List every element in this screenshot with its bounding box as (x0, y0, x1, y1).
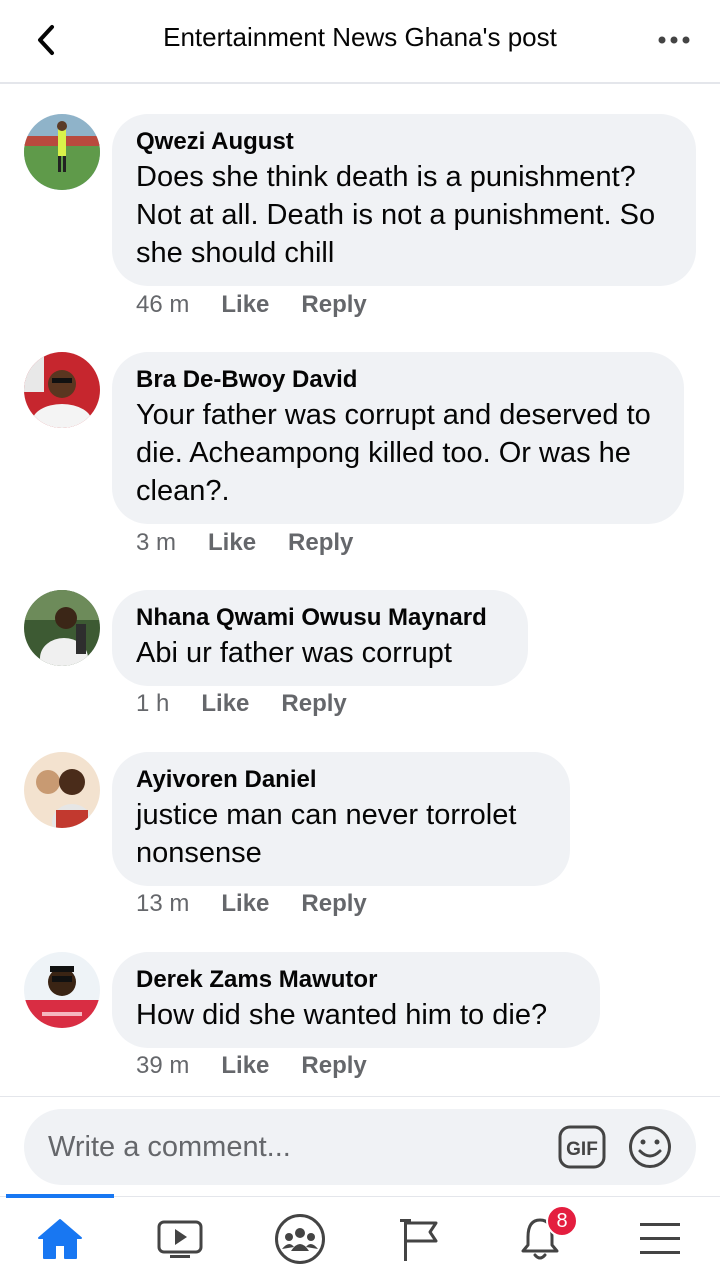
svg-text:GIF: GIF (566, 1139, 598, 1160)
comment-timestamp: 13 m (136, 890, 190, 917)
pages-flag-icon (400, 1219, 438, 1261)
tab-home[interactable] (0, 1194, 120, 1280)
tab-watch[interactable] (120, 1197, 240, 1280)
comment-text: justice man can never torrolet nonsense (136, 799, 517, 869)
comment-actions: 13 m Like Reply (136, 890, 399, 918)
avatar[interactable] (24, 352, 100, 428)
comment-text: Abi ur father was corrupt (136, 637, 452, 669)
tab-notifications[interactable]: 8 (480, 1197, 600, 1280)
menu-icon (640, 1223, 680, 1254)
comment-actions: 39 m Like Reply (136, 1052, 399, 1080)
comment-list: Qwezi August Does she think death is a p… (0, 84, 720, 1094)
comment-actions: 3 m Like Reply (136, 529, 385, 557)
comment-author[interactable]: Nhana Qwami Owusu Maynard (136, 602, 504, 634)
avatar[interactable] (24, 114, 100, 190)
like-button[interactable]: Like (221, 1052, 269, 1080)
notification-badge: 8 (546, 1205, 578, 1237)
comment-composer: GIF (0, 1096, 720, 1196)
comment-author[interactable]: Derek Zams Mawutor (136, 964, 576, 996)
reply-button[interactable]: Reply (301, 890, 366, 918)
comment-author[interactable]: Qwezi August (136, 126, 672, 158)
comment-text: Your father was corrupt and deserved to … (136, 399, 651, 507)
tab-pages[interactable] (360, 1197, 480, 1280)
like-button[interactable]: Like (221, 890, 269, 918)
like-button[interactable]: Like (221, 291, 269, 319)
comment-bubble[interactable]: Derek Zams Mawutor How did she wanted hi… (112, 952, 600, 1048)
comment-text: Does she think death is a punishment? No… (136, 161, 656, 269)
video-icon (157, 1220, 203, 1258)
comment-actions: 46 m Like Reply (136, 291, 399, 319)
like-button[interactable]: Like (208, 529, 256, 557)
comment-actions: 1 h Like Reply (136, 690, 379, 718)
comment-bubble[interactable]: Ayivoren Daniel justice man can never to… (112, 752, 570, 886)
emoji-button[interactable] (628, 1125, 672, 1169)
avatar[interactable] (24, 952, 100, 1028)
page-title: Entertainment News Ghana's post (163, 22, 557, 52)
comment-timestamp: 46 m (136, 291, 190, 318)
comment-text: How did she wanted him to die? (136, 999, 548, 1031)
bottom-tab-bar: 8 (0, 1194, 720, 1280)
reply-button[interactable]: Reply (281, 690, 346, 718)
comment-input-container[interactable]: GIF (24, 1109, 696, 1185)
home-icon (38, 1219, 82, 1259)
comment-bubble[interactable]: Nhana Qwami Owusu Maynard Abi ur father … (112, 590, 528, 686)
comment-author[interactable]: Ayivoren Daniel (136, 764, 546, 796)
gif-icon: GIF (558, 1125, 606, 1169)
top-app-bar: Entertainment News Ghana's post (0, 0, 720, 84)
more-horizontal-icon (658, 36, 690, 44)
tab-groups[interactable] (240, 1197, 360, 1280)
groups-icon (275, 1214, 325, 1264)
avatar[interactable] (24, 752, 100, 828)
comment-input[interactable] (48, 1109, 548, 1185)
active-tab-indicator (6, 1194, 114, 1198)
smiley-icon (629, 1126, 671, 1168)
tab-menu[interactable] (600, 1197, 720, 1280)
comment-timestamp: 39 m (136, 1052, 190, 1079)
reply-button[interactable]: Reply (288, 529, 353, 557)
comment-timestamp: 1 h (136, 690, 170, 717)
comment-bubble[interactable]: Bra De-Bwoy David Your father was corrup… (112, 352, 684, 524)
more-options-button[interactable] (654, 28, 694, 52)
comment-author[interactable]: Bra De-Bwoy David (136, 364, 660, 396)
avatar[interactable] (24, 590, 100, 666)
reply-button[interactable]: Reply (301, 291, 366, 319)
reply-button[interactable]: Reply (301, 1052, 366, 1080)
comment-timestamp: 3 m (136, 529, 177, 556)
gif-button[interactable]: GIF (558, 1125, 606, 1169)
comment-bubble[interactable]: Qwezi August Does she think death is a p… (112, 114, 696, 286)
like-button[interactable]: Like (201, 690, 249, 718)
